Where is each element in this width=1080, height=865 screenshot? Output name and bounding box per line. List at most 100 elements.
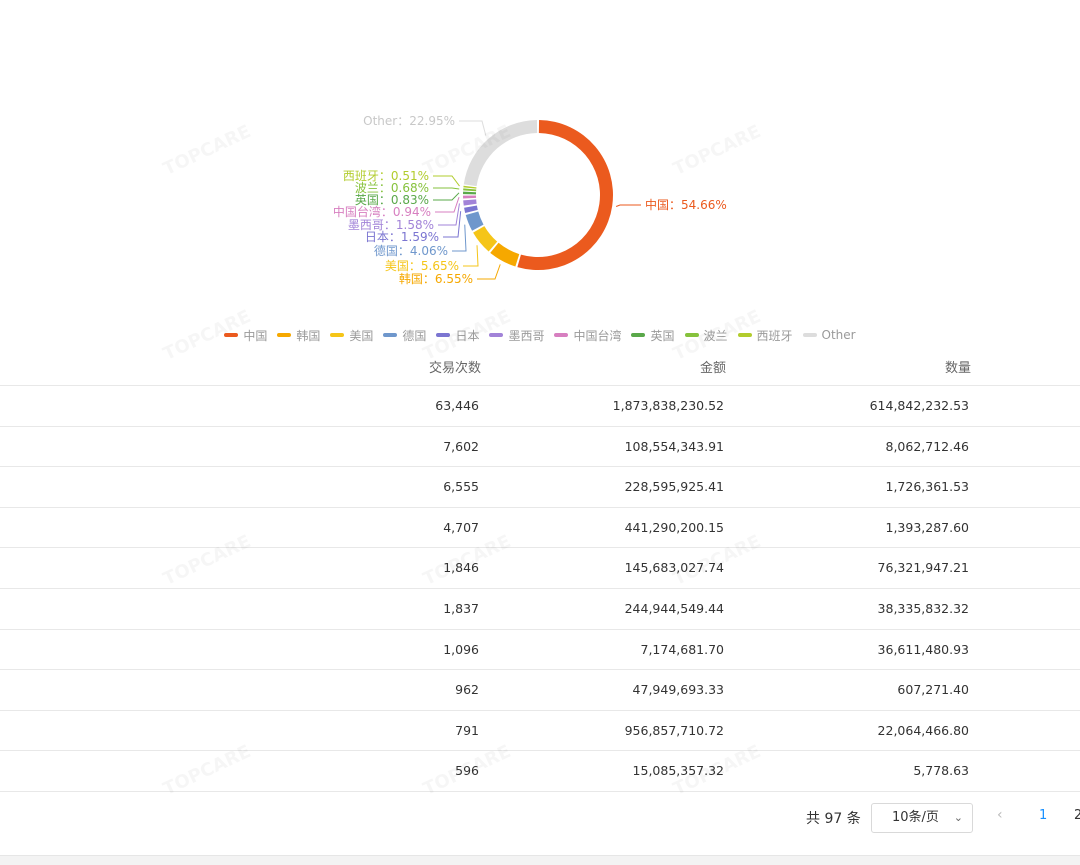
cell-qty: 1,726,361.53	[885, 479, 970, 495]
legend-label: Other	[821, 328, 856, 342]
cell-qty: 614,842,232.53	[869, 398, 969, 413]
legend-label: 波兰	[703, 328, 728, 343]
legend-label: 西班牙	[756, 328, 793, 343]
donut-slice[interactable]	[517, 120, 613, 270]
cell-count: 1,846	[443, 560, 479, 576]
cell-count: 791	[455, 722, 479, 738]
legend-label: 中国	[243, 328, 268, 343]
cell-qty: 607,271.40	[897, 682, 969, 698]
slice-data-label: Other：22.95%	[363, 114, 455, 128]
legend-label: 日本	[455, 328, 480, 343]
donut-slice[interactable]	[463, 191, 477, 195]
donut-slice[interactable]	[464, 205, 478, 213]
table-header: 交易次数 金额 数量	[0, 345, 1080, 386]
cell-qty: 76,321,947.21	[877, 560, 969, 576]
legend-item[interactable]: 德国	[383, 327, 426, 344]
data-table: 交易次数 金额 数量 63,446 1,873,838,230.52 614,842…	[0, 345, 1080, 792]
label-leader-line	[615, 204, 641, 207]
label-leader-line	[433, 175, 460, 187]
table-row[interactable]: 791 956,857,710.72 22,064,466.80	[0, 711, 1080, 752]
legend-label: 美国	[349, 328, 374, 343]
table-body: 63,446 1,873,838,230.52 614,842,232.53 7,60…	[0, 386, 1080, 792]
donut-slice[interactable]	[490, 242, 520, 267]
cell-count: 63,446	[435, 398, 479, 413]
table-row[interactable]: 1,846 145,683,027.74 76,321,947.21	[0, 548, 1080, 589]
header-count[interactable]: 交易次数	[429, 357, 481, 376]
table-row[interactable]: 1,837 244,944,549.44 38,335,832.32	[0, 589, 1080, 630]
slice-data-label: 韩国：6.55%	[399, 271, 473, 286]
legend-label: 德国	[402, 328, 427, 343]
cell-count: 962	[455, 682, 479, 698]
cell-amount: 108,554,343.91	[624, 438, 724, 454]
donut-slice[interactable]	[465, 211, 484, 231]
legend-swatch	[554, 333, 569, 337]
table-row[interactable]: 596 15,085,357.32 5,778.63	[0, 751, 1080, 792]
cell-amount: 7,174,681.70	[640, 641, 725, 657]
legend-item[interactable]: Other	[802, 328, 856, 342]
legend-item[interactable]: 墨西哥	[489, 327, 544, 344]
page-2-button[interactable]: 2	[1074, 808, 1080, 823]
cell-count: 7,602	[443, 438, 479, 454]
cell-amount: 15,085,357.32	[632, 763, 724, 779]
cell-qty: 1,393,287.60	[885, 519, 970, 535]
page-size-select[interactable]: 10条/页 ⌄	[871, 803, 973, 833]
legend-swatch	[224, 333, 239, 337]
donut-slice[interactable]	[463, 188, 477, 192]
chevron-down-icon: ⌄	[953, 811, 963, 824]
slice-data-label: 美国：5.65%	[385, 259, 459, 273]
cell-count: 596	[455, 763, 479, 779]
page-size-label: 10条/页	[892, 810, 939, 825]
legend-label: 中国台湾	[573, 328, 622, 343]
table-row[interactable]: 4,707 441,290,200.15 1,393,287.60	[0, 508, 1080, 549]
cell-count: 1,837	[443, 600, 479, 616]
legend-item[interactable]: 英国	[631, 327, 675, 344]
legend-swatch	[277, 333, 292, 337]
legend-item[interactable]: 日本	[436, 327, 479, 344]
label-leader-line	[433, 192, 460, 201]
label-leader-line	[463, 245, 479, 267]
legend-swatch	[631, 333, 646, 337]
chevron-left-icon[interactable]: ‹	[997, 807, 1003, 823]
slice-data-label: 中国：54.66%	[645, 197, 727, 212]
table-row[interactable]: 6,555 228,595,925.41 1,726,361.53	[0, 467, 1080, 508]
donut-slice[interactable]	[463, 185, 477, 189]
slice-data-label: 日本：1.59%	[365, 230, 439, 244]
legend-swatch	[684, 333, 699, 337]
legend-swatch	[489, 333, 504, 337]
label-leader-line	[435, 197, 460, 213]
legend-item[interactable]: 韩国	[277, 327, 320, 344]
legend-item[interactable]: 西班牙	[737, 327, 793, 344]
cell-amount: 244,944,549.44	[624, 600, 724, 616]
legend-swatch	[436, 333, 451, 337]
slice-data-label: 墨西哥：1.58%	[348, 218, 434, 232]
cell-amount: 47,949,693.33	[632, 682, 724, 698]
legend-item[interactable]: 中国台湾	[554, 327, 621, 344]
cell-qty: 38,335,832.32	[877, 600, 969, 616]
donut-slice[interactable]	[463, 199, 477, 206]
pagination: 共 97 条 10条/页 ⌄ ‹ 1 2	[0, 803, 1080, 833]
legend-item[interactable]: 波兰	[684, 327, 728, 344]
cell-qty: 36,611,480.93	[877, 641, 969, 657]
cell-count: 6,555	[443, 479, 479, 495]
legend-swatch	[383, 333, 398, 337]
slice-data-label: 英国：0.83%	[355, 193, 429, 207]
legend-item[interactable]: 美国	[330, 327, 373, 344]
cell-amount: 1,873,838,230.52	[612, 398, 724, 413]
donut-chart: 中国：54.66% 韩国：6.55%美国：5.65%德国：4.06%日本：1.59…	[333, 114, 727, 286]
pagination-total: 共 97 条	[806, 811, 861, 827]
table-row[interactable]: 63,446 1,873,838,230.52 614,842,232.53	[0, 386, 1080, 427]
legend-item[interactable]: 中国	[224, 327, 267, 344]
donut-slice[interactable]	[463, 195, 477, 199]
table-row[interactable]: 962 47,949,693.33 607,271.40	[0, 670, 1080, 711]
table-row[interactable]: 1,096 7,174,681.70 36,611,480.93	[0, 630, 1080, 671]
slice-data-label: 西班牙：0.51%	[343, 169, 429, 183]
header-qty[interactable]: 数量	[945, 357, 971, 376]
cell-count: 4,707	[443, 519, 479, 535]
cell-amount: 956,857,710.72	[624, 722, 724, 738]
header-amount[interactable]: 金额	[700, 357, 726, 376]
table-row[interactable]: 7,602 108,554,343.91 8,062,712.46	[0, 427, 1080, 468]
slice-data-label: 波兰：0.68%	[355, 181, 429, 195]
page-1-button[interactable]: 1	[1039, 808, 1047, 823]
donut-slice[interactable]	[463, 120, 538, 187]
legend-label: 墨西哥	[508, 328, 545, 343]
